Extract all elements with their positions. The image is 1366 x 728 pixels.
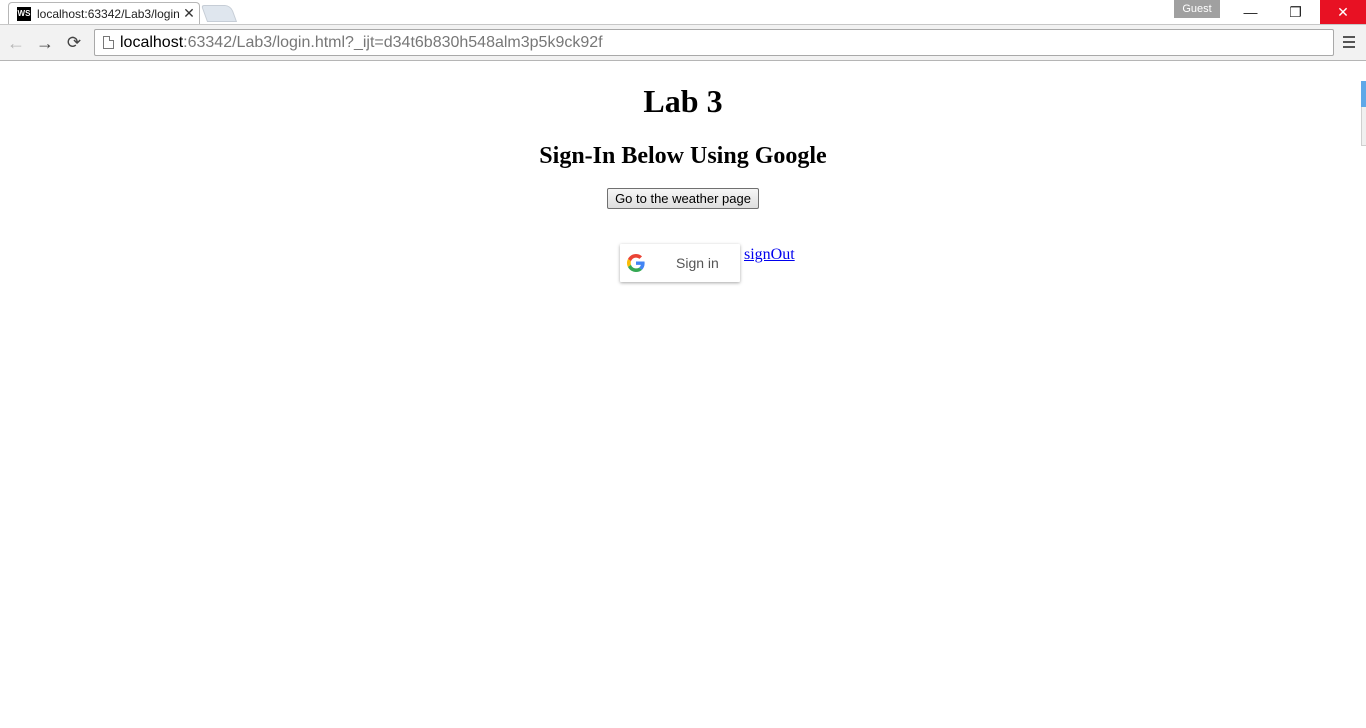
minimize-icon[interactable]: — (1228, 0, 1273, 24)
hamburger-menu-icon[interactable] (1340, 33, 1358, 51)
reload-icon[interactable]: ⟳ (62, 31, 86, 55)
url-text[interactable]: localhost:63342/Lab3/login.html?_ijt=d34… (120, 33, 603, 52)
restore-icon[interactable]: ❐ (1273, 0, 1318, 24)
url-path: :63342/Lab3/login.html?_ijt=d34t6b830h54… (183, 34, 603, 51)
browser-toolbar: ← → ⟳ localhost:63342/Lab3/login.html?_i… (0, 24, 1366, 61)
google-g-icon (627, 254, 645, 272)
browser-tab[interactable]: WS localhost:63342/Lab3/login.html ✕ (8, 2, 200, 24)
webstorm-favicon-icon: WS (17, 7, 31, 21)
page-viewport: Lab 3 Sign-In Below Using Google Go to t… (0, 61, 1366, 728)
scrollbar-thumb[interactable] (1361, 81, 1366, 107)
forward-arrow-icon[interactable]: → (33, 31, 57, 55)
tab-close-icon[interactable]: ✕ (181, 5, 197, 21)
signout-link[interactable]: signOut (744, 246, 795, 264)
address-bar[interactable]: localhost:63342/Lab3/login.html?_ijt=d34… (94, 29, 1334, 56)
new-tab-button[interactable] (200, 5, 238, 22)
back-arrow-icon[interactable]: ← (4, 31, 28, 55)
window-close-icon[interactable]: ✕ (1320, 0, 1366, 24)
weather-page-button[interactable]: Go to the weather page (607, 188, 759, 209)
guest-profile-badge[interactable]: Guest (1174, 0, 1220, 18)
title-bar: WS localhost:63342/Lab3/login.html ✕ Gue… (0, 0, 1366, 24)
google-signin-label: Sign in (676, 255, 719, 271)
page-subtitle: Sign-In Below Using Google (539, 143, 827, 169)
tab-title: localhost:63342/Lab3/login.html (37, 7, 180, 21)
page-icon (103, 36, 114, 49)
google-signin-button[interactable]: Sign in (620, 244, 740, 282)
page-title: Lab 3 (643, 83, 723, 119)
url-host: localhost (120, 34, 184, 51)
